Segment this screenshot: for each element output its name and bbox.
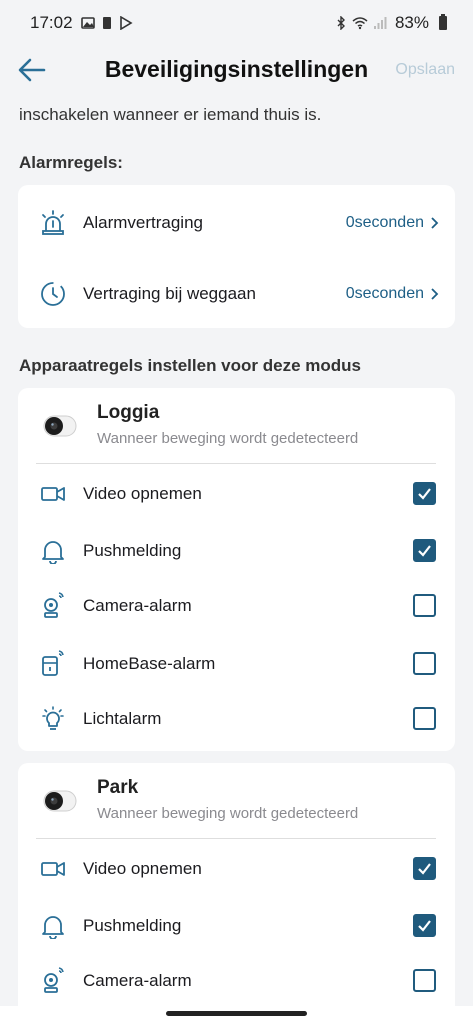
video-checkbox[interactable]: [413, 482, 436, 505]
exit-delay-value-text: 0seconden: [345, 285, 424, 302]
save-button[interactable]: Opslaan: [395, 61, 455, 79]
arrow-left-icon: [18, 58, 46, 82]
checkmark-icon: [418, 545, 431, 557]
exit-delay-value: 0seconden: [346, 285, 439, 303]
option-row-camera-alarm[interactable]: Camera-alarm: [18, 580, 455, 632]
device-card-park: Park Wanneer beweging wordt gedetecteerd…: [18, 763, 455, 1024]
push-checkbox[interactable]: [413, 914, 436, 937]
device-name: Park: [97, 777, 139, 798]
divider: [36, 463, 436, 464]
divider: [36, 838, 436, 839]
option-row-push[interactable]: Pushmelding: [18, 525, 455, 577]
camera-device-icon: [42, 412, 78, 440]
camera-alarm-checkbox[interactable]: [413, 594, 436, 617]
device-name: Loggia: [97, 402, 160, 423]
wifi-icon: [352, 17, 368, 30]
option-row-push[interactable]: Pushmelding: [18, 900, 455, 952]
video-checkbox[interactable]: [413, 857, 436, 880]
notification-icons: [80, 16, 133, 30]
play-store-icon: [119, 16, 133, 30]
device-notification-icon: [102, 17, 111, 29]
siren-icon: [40, 210, 66, 236]
homebase-alarm-checkbox[interactable]: [413, 652, 436, 675]
checkmark-icon: [418, 920, 431, 932]
clock: 17:02: [30, 13, 73, 32]
option-label: Camera-alarm: [83, 971, 192, 990]
connectivity-icons: [335, 16, 387, 30]
video-camera-icon: [40, 856, 66, 882]
option-label: Pushmelding: [83, 916, 182, 935]
light-bulb-icon: [40, 706, 66, 732]
device-card-loggia: Loggia Wanneer beweging wordt gedetectee…: [18, 388, 455, 751]
camera-alarm-checkbox[interactable]: [413, 969, 436, 992]
status-bar: 17:02 83%: [0, 0, 473, 46]
device-header: Loggia Wanneer beweging wordt gedetectee…: [18, 388, 455, 464]
option-label: HomeBase-alarm: [83, 654, 216, 673]
option-row-video[interactable]: Video opnemen: [18, 468, 455, 520]
bell-icon: [40, 913, 66, 939]
option-label: Video opnemen: [83, 484, 202, 503]
light-alarm-checkbox[interactable]: [413, 707, 436, 730]
bluetooth-icon: [337, 16, 345, 30]
status-right: 83%: [335, 13, 447, 33]
system-navigation-bar: [0, 1006, 473, 1024]
option-row-light-alarm[interactable]: Lichtalarm: [18, 693, 455, 745]
timer-icon: [40, 281, 66, 307]
alarm-delay-value-text: 0seconden: [345, 214, 424, 231]
device-trigger-text: Wanneer beweging wordt gedetecteerd: [97, 430, 359, 447]
battery-icon: [439, 14, 447, 30]
status-left: 17:02: [30, 13, 133, 33]
device-rules-title: Apparaatregels instellen voor deze modus: [19, 356, 361, 375]
push-checkbox[interactable]: [413, 539, 436, 562]
video-camera-icon: [40, 481, 66, 507]
exit-delay-row[interactable]: Vertraging bij weggaan 0seconden: [18, 266, 455, 322]
option-row-camera-alarm[interactable]: Camera-alarm: [18, 955, 455, 1007]
option-label: Pushmelding: [83, 541, 182, 560]
gallery-icon: [80, 17, 95, 29]
checkmark-icon: [418, 488, 431, 500]
option-label: Lichtalarm: [83, 709, 162, 728]
alarm-delay-row[interactable]: Alarmvertraging 0seconden: [18, 195, 455, 251]
homebase-alarm-icon: [40, 649, 66, 676]
option-row-homebase-alarm[interactable]: HomeBase-alarm: [18, 638, 455, 690]
home-gesture-handle[interactable]: [166, 1011, 307, 1016]
chevron-right-icon: [431, 217, 439, 229]
device-trigger-text: Wanneer beweging wordt gedetecteerd: [97, 805, 359, 822]
alarm-delay-label: Alarmvertraging: [83, 213, 203, 232]
intro-text: inschakelen wanneer er iemand thuis is.: [19, 105, 322, 124]
bell-icon: [40, 538, 66, 564]
alarm-rules-title: Alarmregels:: [19, 153, 123, 172]
device-header: Park Wanneer beweging wordt gedetecteerd: [18, 763, 455, 839]
checkmark-icon: [418, 863, 431, 875]
camera-alarm-icon: [40, 591, 66, 618]
exit-delay-label: Vertraging bij weggaan: [83, 284, 256, 303]
option-label: Video opnemen: [83, 859, 202, 878]
battery-percent: 83%: [394, 13, 429, 32]
camera-device-icon: [42, 787, 78, 815]
option-label: Camera-alarm: [83, 596, 192, 615]
alarm-rules-card: Alarmvertraging 0seconden Vertraging bij…: [18, 185, 455, 328]
chevron-right-icon: [431, 288, 439, 300]
alarm-delay-value: 0seconden: [346, 214, 439, 232]
app-header: Beveiligingsinstellingen Opslaan: [0, 46, 473, 94]
signal-icon: [373, 17, 387, 29]
camera-alarm-icon: [40, 966, 66, 993]
back-button[interactable]: [16, 56, 48, 84]
option-row-video[interactable]: Video opnemen: [18, 843, 455, 895]
